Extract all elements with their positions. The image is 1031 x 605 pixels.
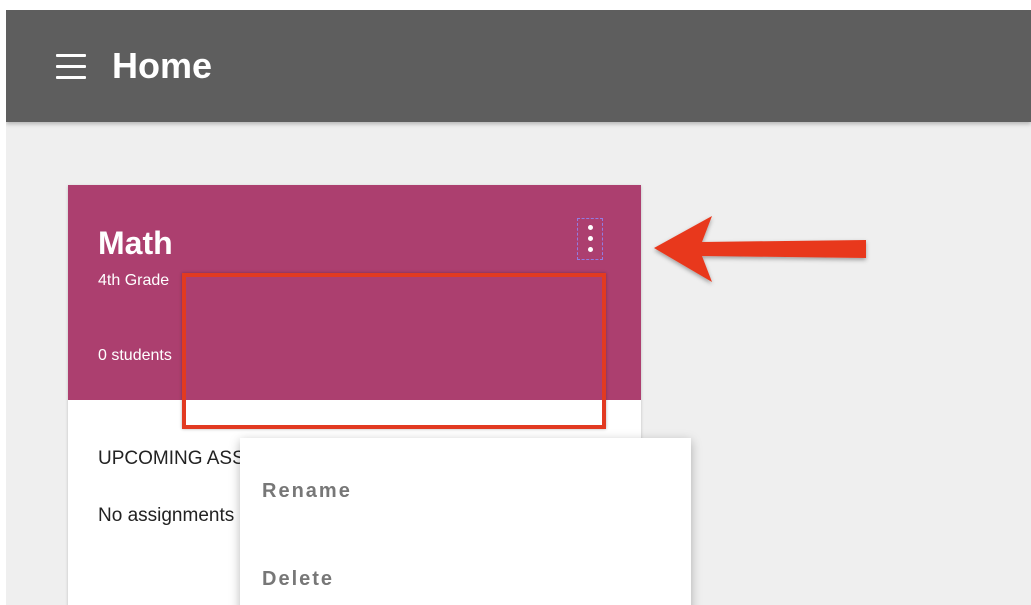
no-assignments-text: No assignments <box>98 505 235 526</box>
student-count: 0 students <box>98 347 172 364</box>
app-bar: Home <box>6 10 1031 122</box>
card-options-menu: Rename Delete <box>240 438 691 605</box>
rename-menu-item[interactable]: Rename <box>262 480 352 503</box>
class-title[interactable]: Math <box>98 223 173 263</box>
menu-highlight-box <box>182 273 606 429</box>
hamburger-menu-icon[interactable] <box>54 54 90 80</box>
delete-menu-item[interactable]: Delete <box>262 568 334 591</box>
page-title: Home <box>112 45 213 86</box>
more-vert-icon[interactable] <box>577 218 603 260</box>
class-section: 4th Grade <box>98 272 170 289</box>
app-window: Home Math 4th Grade 0 students UPCOMING … <box>6 10 1031 605</box>
red-arrow-icon <box>654 216 866 282</box>
